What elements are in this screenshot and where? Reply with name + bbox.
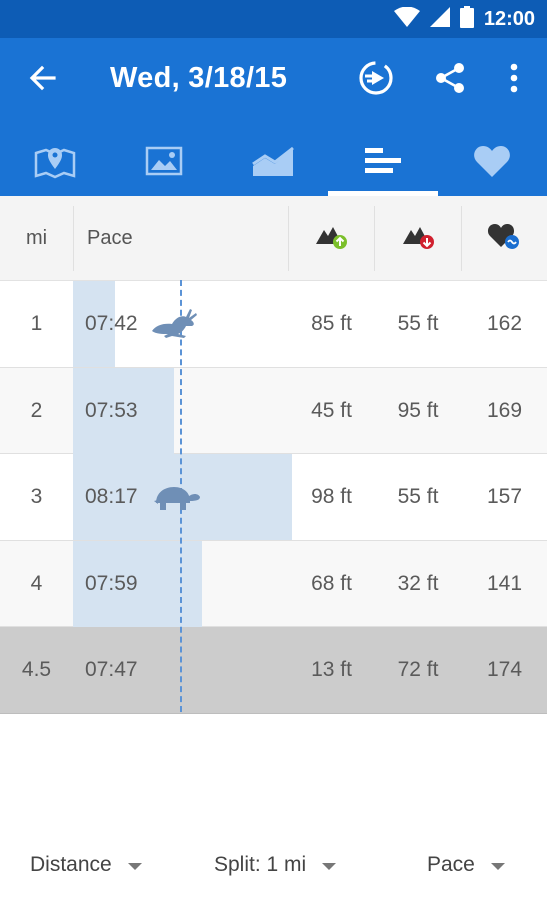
rabbit-icon [150,307,202,344]
arrow-left-icon [28,64,56,97]
status-bar: 12:00 [0,0,547,38]
split-pace: 07:59 [85,571,138,595]
split-heart-rate: 157 [486,485,523,508]
summary-distance: 4.5 [21,658,52,681]
header-elevation-loss [374,196,461,281]
photo-icon [145,146,183,181]
replay-button[interactable] [356,60,396,100]
summary-heart-rate: 174 [486,658,523,681]
split-distance: 4 [30,571,43,595]
summary-pace: 07:47 [85,658,138,681]
split-dropdown[interactable]: Split: 1 mi [214,838,337,892]
tab-bar [0,130,547,196]
split-distance: 2 [30,398,43,422]
tab-splits[interactable] [327,130,438,196]
split-elevation-gain: 45 ft [311,398,352,422]
distance-dropdown-label: Distance [30,853,112,876]
split-distance: 3 [30,485,43,508]
split-elevation-gain: 98 ft [311,485,352,508]
header-pace: Pace [87,227,133,249]
split-heart-rate: 141 [486,571,523,595]
tab-photos[interactable] [109,130,218,196]
more-options-button[interactable] [494,60,534,100]
split-elevation-loss: 32 ft [397,571,439,595]
header-elevation-gain [288,196,374,281]
split-heart-rate: 169 [486,398,523,422]
split-elevation-loss: 95 ft [397,398,439,422]
summary-elevation-loss: 72 ft [397,658,439,681]
app-bar: Wed, 3/18/15 [0,38,547,196]
split-pace: 07:42 [85,312,138,335]
replay-icon [357,59,395,102]
chevron-down-icon [322,863,337,870]
share-button[interactable] [430,60,470,100]
column-divider [73,206,74,271]
split-heart-rate: 162 [486,312,523,335]
table-row[interactable]: 4 07:59 68 ft 32 ft 141 [0,540,547,627]
splits-bars-icon [363,146,403,181]
summary-elevation-gain: 13 ft [311,658,352,681]
map-icon [34,143,76,184]
split-distance: 1 [30,312,43,335]
elevation-gain-icon [314,222,348,256]
metric-dropdown[interactable]: Pace [427,838,505,892]
status-time: 12:00 [483,7,535,30]
split-pace: 08:17 [85,485,138,508]
split-elevation-loss: 55 ft [397,312,439,335]
table-body: 1 07:42 85 ft 55 ft 162 2 07:53 45 ft 95… [0,281,547,714]
distance-dropdown[interactable]: Distance [30,838,142,892]
tab-heart-rate[interactable] [438,130,547,196]
summary-row: 4.5 07:47 13 ft 72 ft 174 [0,627,547,714]
bottom-controls: Distance Split: 1 mi Pace [0,838,547,892]
status-icons: 12:00 [393,5,535,33]
split-elevation-gain: 68 ft [311,571,352,595]
elevation-loss-icon [401,222,435,256]
table-row[interactable]: 2 07:53 45 ft 95 ft 169 [0,367,547,454]
tab-charts[interactable] [219,130,328,196]
metric-dropdown-label: Pace [427,853,475,876]
turtle-icon [152,483,202,518]
table-header: mi Pace [0,196,547,281]
table-row[interactable]: 3 08:17 98 ft 55 ft 157 [0,454,547,541]
chevron-down-icon [490,863,505,870]
wifi-icon [393,6,420,32]
split-elevation-loss: 55 ft [397,485,439,508]
heart-rate-icon [487,221,521,257]
heart-icon [473,144,511,183]
chevron-down-icon [127,863,142,870]
area-chart-icon [251,144,295,183]
header-unit: mi [25,227,48,249]
tab-map[interactable] [0,130,109,196]
split-pace: 07:53 [85,398,138,422]
back-button[interactable] [22,60,62,100]
battery-icon [459,5,474,33]
split-elevation-gain: 85 ft [311,312,352,335]
more-vert-icon [509,63,519,98]
page-title: Wed, 3/18/15 [110,62,288,94]
split-dropdown-label: Split: 1 mi [214,853,307,876]
cell-signal-icon [429,6,450,32]
share-icon [434,62,466,99]
header-heart-rate [461,196,547,281]
splits-table: mi Pace 1 07:42 85 ft 55 ft 162 2 07:53 … [0,196,547,714]
table-row[interactable]: 1 07:42 85 ft 55 ft 162 [0,281,547,368]
